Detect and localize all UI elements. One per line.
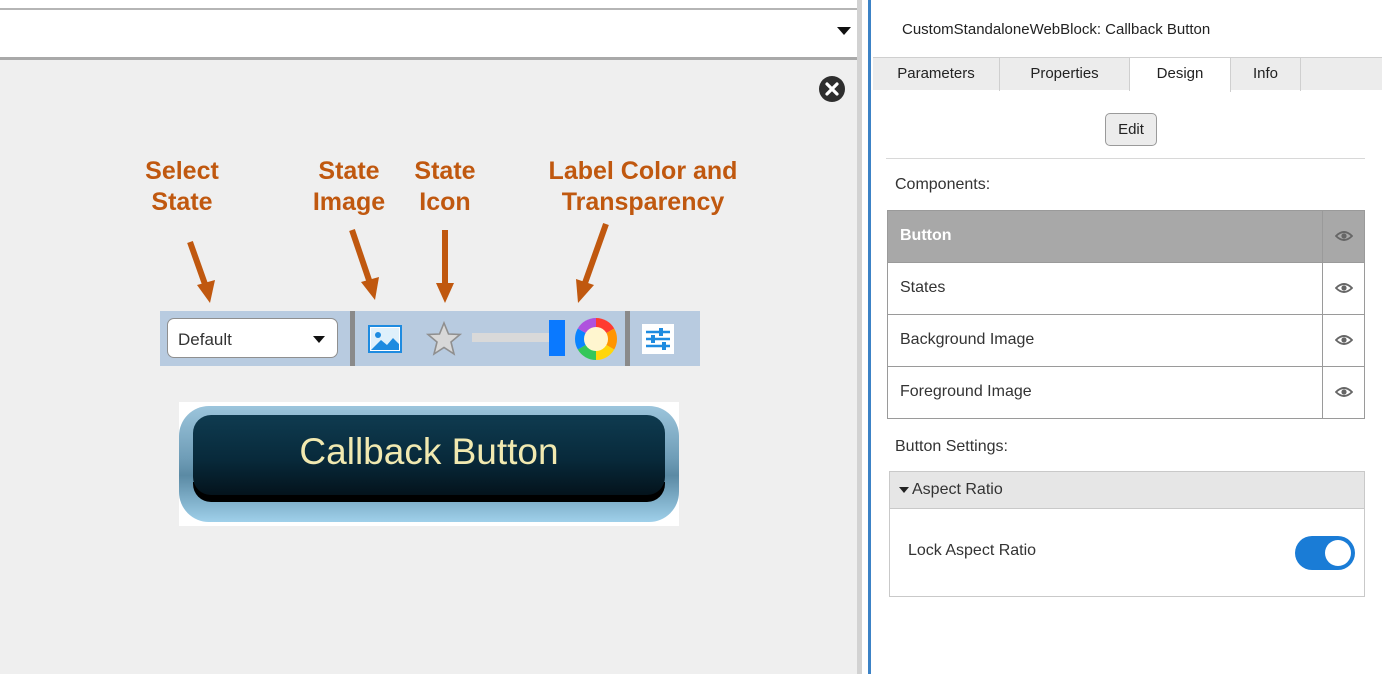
property-inspector: CustomStandaloneWebBlock: Callback Butto… [871, 0, 1382, 674]
annotation-select-state: Select State [132, 156, 232, 218]
tab-properties[interactable]: Properties [1000, 58, 1130, 91]
annotation-line: State [318, 157, 380, 185]
lock-aspect-ratio-label: Lock Aspect Ratio [908, 542, 1037, 559]
chevron-down-icon [313, 336, 325, 343]
component-row-foreground-image[interactable]: Foreground Image [888, 367, 1364, 419]
edit-button[interactable]: Edit [1105, 113, 1157, 146]
aspect-ratio-title: Aspect Ratio [912, 481, 1003, 498]
image-icon[interactable] [368, 325, 402, 353]
annotation-line: Icon [419, 188, 471, 216]
annotation-state-image: State Image [306, 156, 392, 218]
aspect-ratio-section: Aspect Ratio Lock Aspect Ratio [889, 471, 1365, 597]
color-wheel-icon[interactable] [573, 316, 619, 362]
component-row-button[interactable]: Button [888, 211, 1364, 263]
components-label: Components: [895, 176, 991, 193]
chevron-down-icon[interactable] [837, 27, 851, 35]
component-label: Foreground Image [900, 383, 1032, 400]
close-icon[interactable] [817, 74, 847, 104]
state-select[interactable]: Default [167, 318, 338, 358]
component-row-background-image[interactable]: Background Image [888, 315, 1364, 367]
divider [886, 158, 1365, 159]
star-icon[interactable] [425, 320, 463, 358]
toolbar-separator [625, 311, 630, 366]
eye-icon[interactable] [1335, 334, 1353, 346]
eye-icon[interactable] [1335, 282, 1353, 294]
component-label: States [900, 279, 946, 296]
transparency-slider-thumb[interactable] [549, 320, 565, 356]
annotation-line: State [151, 188, 213, 216]
caret-down-icon [899, 487, 909, 493]
panel-title: CustomStandaloneWebBlock: Callback Butto… [902, 21, 1211, 38]
visibility-cell [1322, 211, 1364, 262]
lock-aspect-ratio-toggle[interactable] [1295, 536, 1355, 570]
callback-button[interactable]: Callback Button [179, 406, 679, 522]
button-face: Callback Button [193, 415, 665, 495]
component-row-states[interactable]: States [888, 263, 1364, 315]
callback-button-preview: Callback Button [179, 402, 679, 526]
tab-parameters[interactable]: Parameters [873, 58, 1000, 91]
button-settings-label: Button Settings: [895, 438, 1008, 455]
state-toolbar: Default [160, 311, 700, 366]
eye-icon[interactable] [1335, 386, 1353, 398]
annotation-line: State [414, 157, 476, 185]
toggle-knob [1325, 540, 1351, 566]
pane-splitter[interactable] [857, 0, 862, 674]
transparency-slider-track[interactable] [472, 333, 552, 342]
component-label: Button [900, 227, 952, 244]
annotation-line: Label Color and [548, 157, 738, 185]
toolbar-separator [350, 311, 355, 366]
block-selector-dropdown[interactable] [0, 8, 857, 54]
tab-bar: Parameters Properties Design Info [873, 57, 1382, 92]
design-canvas [0, 60, 857, 674]
callback-button-label: Callback Button [299, 431, 559, 472]
sliders-icon[interactable] [642, 324, 674, 354]
aspect-ratio-header[interactable]: Aspect Ratio [890, 472, 1364, 509]
components-table: Button States Background Image Foregroun… [887, 210, 1365, 419]
component-label: Background Image [900, 331, 1035, 348]
tab-info[interactable]: Info [1231, 58, 1301, 91]
annotation-label-color: Label Color and Transparency [528, 156, 758, 218]
visibility-cell [1322, 263, 1364, 314]
annotation-state-icon: State Icon [400, 156, 490, 218]
annotation-line: Image [312, 188, 386, 216]
app-window: Select State State Image State Icon Labe… [0, 0, 1382, 674]
annotation-line: Select [145, 157, 219, 185]
visibility-cell [1322, 367, 1364, 418]
tab-design[interactable]: Design [1130, 58, 1231, 92]
annotation-line: Transparency [561, 188, 725, 216]
visibility-cell [1322, 315, 1364, 366]
state-select-value: Default [178, 330, 232, 349]
eye-icon[interactable] [1335, 230, 1353, 242]
